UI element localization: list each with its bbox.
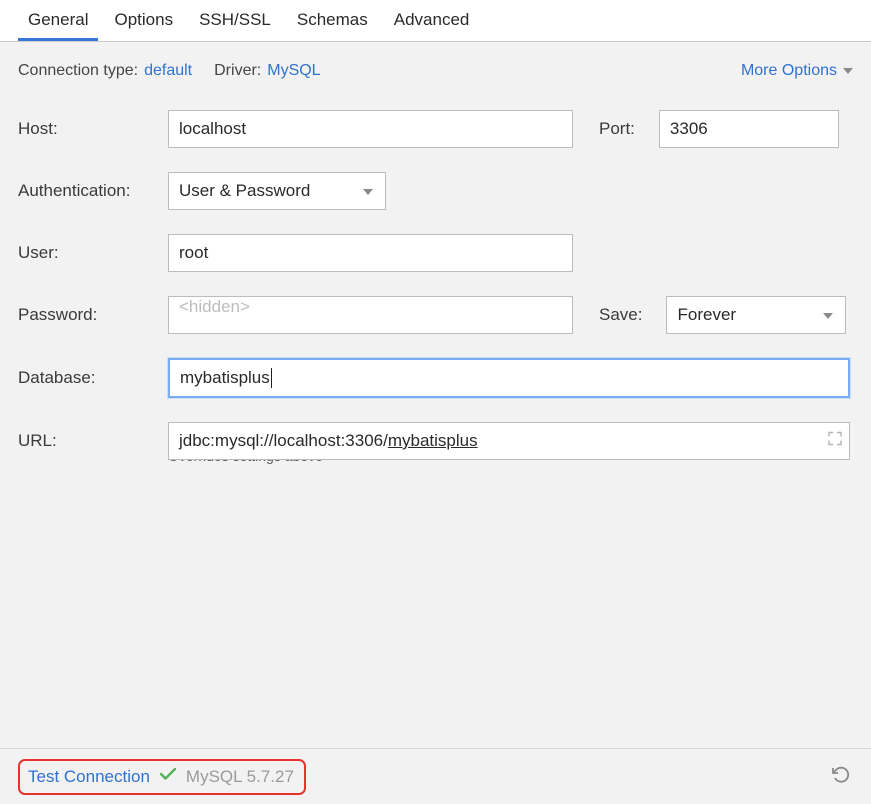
tab-advanced[interactable]: Advanced	[384, 0, 480, 41]
more-options-label: More Options	[741, 62, 837, 80]
database-input[interactable]: mybatisplus	[168, 358, 850, 398]
url-input[interactable]: jdbc:mysql://localhost:3306/mybatisplus	[168, 422, 850, 460]
driver-value[interactable]: MySQL	[267, 62, 320, 80]
test-connection-link[interactable]: Test Connection	[28, 767, 150, 787]
tab-options[interactable]: Options	[104, 0, 183, 41]
user-label: User:	[18, 243, 168, 263]
save-select[interactable]: Forever	[666, 296, 846, 334]
chevron-down-icon	[363, 189, 373, 195]
password-input[interactable]: <hidden>	[168, 296, 573, 334]
url-db-part: mybatisplus	[388, 431, 478, 451]
url-label: URL:	[18, 431, 168, 451]
db-version-text: MySQL 5.7.27	[186, 767, 294, 787]
save-label: Save:	[599, 305, 642, 325]
host-input[interactable]	[168, 110, 573, 148]
test-connection-highlight: Test Connection MySQL 5.7.27	[18, 759, 306, 795]
connection-info-row: Connection type: default Driver: MySQL M…	[18, 62, 853, 80]
more-options-link[interactable]: More Options	[741, 62, 853, 80]
host-label: Host:	[18, 119, 168, 139]
password-placeholder: <hidden>	[179, 297, 250, 316]
port-label: Port:	[599, 119, 635, 139]
general-panel: Connection type: default Driver: MySQL M…	[0, 42, 871, 464]
tab-bar: General Options SSH/SSL Schemas Advanced	[0, 0, 871, 42]
database-label: Database:	[18, 368, 168, 388]
connection-type-label: Connection type:	[18, 62, 138, 80]
connection-type-value[interactable]: default	[144, 62, 192, 80]
authentication-select[interactable]: User & Password	[168, 172, 386, 210]
port-input[interactable]	[659, 110, 839, 148]
driver-label: Driver:	[214, 62, 261, 80]
tab-schemas[interactable]: Schemas	[287, 0, 378, 41]
tab-general[interactable]: General	[18, 0, 98, 41]
user-input[interactable]	[168, 234, 573, 272]
footer-bar: Test Connection MySQL 5.7.27	[0, 748, 871, 804]
database-value: mybatisplus	[180, 368, 272, 388]
check-icon	[160, 767, 176, 786]
authentication-value: User & Password	[179, 181, 310, 201]
undo-icon[interactable]	[831, 764, 853, 789]
chevron-down-icon	[823, 313, 833, 319]
url-prefix: jdbc:mysql://localhost:3306/	[179, 431, 388, 451]
password-label: Password:	[18, 305, 168, 325]
save-value: Forever	[677, 305, 736, 325]
chevron-down-icon	[843, 68, 853, 74]
authentication-label: Authentication:	[18, 181, 168, 201]
tab-ssh-ssl[interactable]: SSH/SSL	[189, 0, 281, 41]
